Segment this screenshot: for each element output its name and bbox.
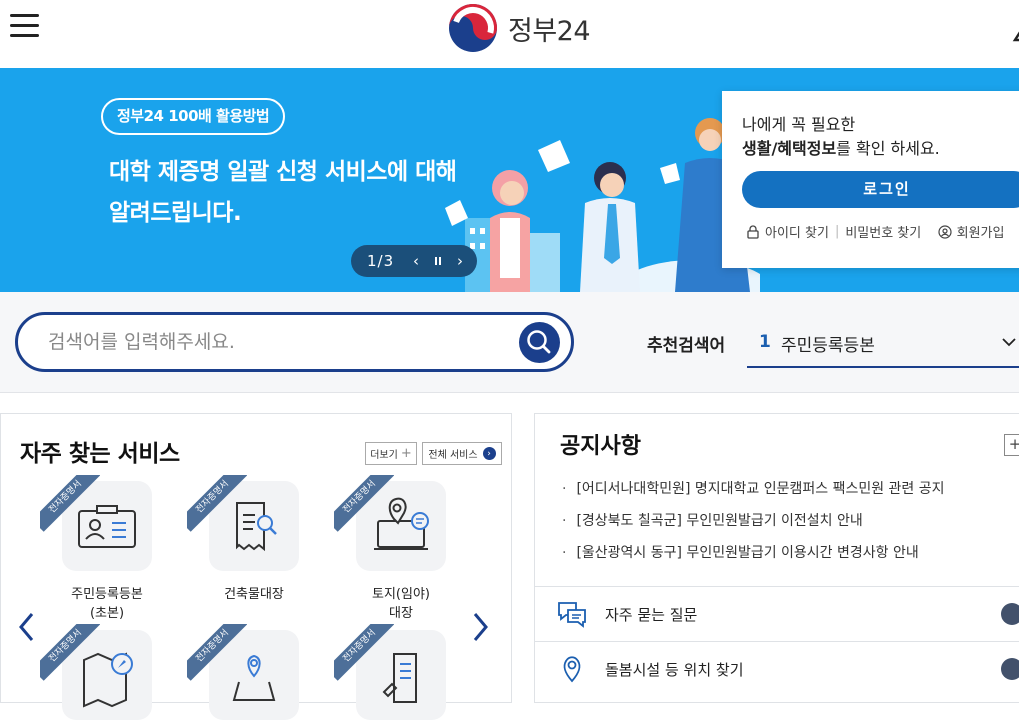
login-button[interactable]: 로그인	[742, 171, 1019, 208]
ribbon-label: 전자증명서	[40, 475, 100, 532]
service-label-line1: 토지(임야)	[372, 587, 430, 602]
find-password-link[interactable]: 비밀번호 찾기	[845, 222, 921, 241]
quick-link-label[interactable]: 자주 묻는 질문	[605, 604, 697, 625]
banner-prev-button[interactable]: ‹	[405, 252, 427, 270]
ribbon-label: 전자증명서	[40, 624, 100, 681]
search-box	[15, 312, 574, 372]
notice-text[interactable]: [울산광역시 동구] 무인민원발급기 이용시간 변경사항 안내	[576, 545, 918, 561]
banner-page-indicator: 1/3	[367, 252, 395, 270]
arrow-right-icon: ›	[482, 447, 496, 460]
all-services-button[interactable]: 전체 서비스 ›	[422, 442, 502, 465]
spacer: |	[927, 224, 931, 239]
banner-illustration	[445, 118, 760, 292]
ribbon-label: 전자증명서	[334, 475, 394, 532]
search-input[interactable]	[48, 327, 488, 357]
banner-next-button[interactable]: ›	[449, 252, 471, 270]
login-links: 아이디 찾기 | 비밀번호 찾기 | 회원가입	[746, 222, 1004, 241]
signup-link[interactable]: 회원가입	[957, 222, 1005, 241]
separator: |	[834, 224, 840, 239]
chat-bubbles-icon	[558, 602, 586, 628]
banner-pager: 1/3 ‹ ›	[351, 245, 477, 277]
recommended-rank: 1	[759, 332, 771, 352]
services-title: 자주 찾는 서비스	[20, 441, 180, 467]
notice-item[interactable]: · [경상북도 칠곡군] 무인민원발급기 이전설치 안내	[562, 505, 945, 537]
login-card: 나에게 꼭 필요한 생활/혜택정보를 확인 하세요. 로그인 아이디 찾기 | …	[722, 91, 1019, 268]
arrow-right-icon[interactable]	[1001, 603, 1019, 625]
e-certificate-ribbon: 전자증명서	[187, 475, 247, 535]
hamburger-menu-icon[interactable]	[10, 12, 40, 40]
notice-list: · [어디서나대학민원] 명지대학교 인문캠퍼스 팩스민원 관련 공지 · [경상북…	[562, 473, 945, 569]
login-message-bold: 생활/혜택정보	[742, 139, 837, 158]
notice-more-button[interactable]: +	[1004, 434, 1019, 456]
logo-text: 정부24	[508, 15, 591, 47]
search-button[interactable]	[519, 322, 560, 363]
banner-pause-button[interactable]	[427, 252, 449, 270]
ribbon-label: 전자증명서	[334, 624, 394, 681]
chevron-down-icon[interactable]	[1001, 334, 1017, 350]
notice-item[interactable]: · [어디서나대학민원] 명지대학교 인문캠퍼스 팩스민원 관련 공지	[562, 473, 945, 505]
login-message-line1: 나에게 꼭 필요한	[742, 115, 856, 134]
notice-item[interactable]: · [울산광역시 동구] 무인민원발급기 이용시간 변경사항 안내	[562, 537, 945, 569]
pause-icon	[435, 257, 441, 265]
e-certificate-ribbon: 전자증명서	[40, 624, 100, 684]
service-label-line2: 대장	[389, 606, 413, 621]
e-certificate-ribbon: 전자증명서	[187, 624, 247, 684]
location-pin-icon	[563, 656, 581, 683]
e-certificate-ribbon: 전자증명서	[40, 475, 100, 535]
banner-pill[interactable]: 정부24 100배 활용방법	[101, 98, 286, 135]
search-icon	[527, 330, 551, 354]
service-label: 토지(임야) 대장	[341, 585, 461, 623]
notice-title: 공지사항	[560, 434, 641, 459]
login-message: 나에게 꼭 필요한 생활/혜택정보를 확인 하세요.	[742, 113, 940, 161]
service-label: 주민등록등본 (초본)	[47, 585, 167, 623]
more-button[interactable]: 더보기 +	[365, 442, 417, 465]
login-message-rest: 를 확인 하세요.	[836, 139, 940, 158]
quick-link-care-locations[interactable]: 돌봄시설 등 위치 찾기	[535, 641, 1019, 696]
notice-text[interactable]: [경상북도 칠곡군] 무인민원발급기 이전설치 안내	[576, 513, 862, 529]
bullet: ·	[562, 481, 567, 497]
more-label: 더보기	[370, 450, 398, 461]
quick-link-faq[interactable]: 자주 묻는 질문	[535, 586, 1019, 641]
taegeuk-logo-icon	[449, 4, 497, 52]
arrow-right-icon[interactable]	[1001, 658, 1019, 680]
partial-header-icon[interactable]	[1011, 22, 1019, 48]
notice-panel: 공지사항 + · [어디서나대학민원] 명지대학교 인문캠퍼스 팩스민원 관련 공…	[534, 413, 1019, 703]
quick-link-label[interactable]: 돌봄시설 등 위치 찾기	[605, 659, 744, 680]
service-label-line1: 주민등록등본	[71, 587, 143, 602]
user-icon	[938, 224, 952, 239]
service-label-line1: 건축물대장	[224, 587, 284, 602]
service-label: 건축물대장	[194, 585, 314, 604]
e-certificate-ribbon: 전자증명서	[334, 475, 394, 535]
recommended-term-dropdown[interactable]: 1 주민등록등본	[747, 320, 1019, 368]
recommended-term[interactable]: 주민등록등본	[781, 331, 875, 356]
e-certificate-ribbon: 전자증명서	[334, 624, 394, 684]
services-prev-arrow[interactable]	[16, 610, 38, 644]
all-services-label: 전체 서비스	[428, 450, 478, 461]
lock-icon	[747, 224, 759, 239]
ribbon-label: 전자증명서	[187, 475, 247, 532]
bullet: ·	[562, 513, 567, 529]
frequent-services-panel: 자주 찾는 서비스 더보기 + 전체 서비스 › 전자증명서 주민등록등본 (초본)	[0, 413, 512, 720]
logo[interactable]: 정부24	[448, 3, 591, 53]
notice-text[interactable]: [어디서나대학민원] 명지대학교 인문캠퍼스 팩스민원 관련 공지	[576, 481, 944, 497]
plus-icon: +	[400, 446, 412, 461]
find-id-link[interactable]: 아이디 찾기	[765, 222, 829, 241]
service-label-line2: (초본)	[89, 606, 125, 621]
recommended-label: 추천검색어	[647, 336, 726, 356]
ribbon-label: 전자증명서	[187, 624, 247, 681]
services-next-arrow[interactable]	[469, 610, 491, 644]
header: 정부24	[0, 0, 1019, 68]
search-section: 추천검색어 1 주민등록등본	[0, 292, 1019, 393]
bullet: ·	[562, 545, 567, 561]
